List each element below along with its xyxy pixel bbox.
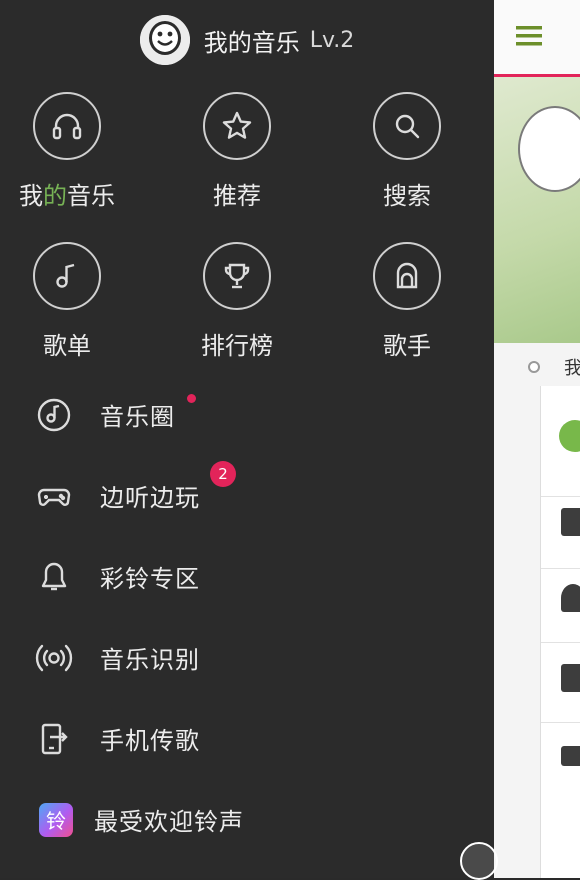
menu-item-popular-ringtones[interactable]: 铃 最受欢迎铃声 [0, 779, 494, 860]
grid-item-label: 排行榜 [201, 332, 273, 360]
smiley-face-icon[interactable] [139, 15, 190, 65]
tab-indicator-icon [528, 361, 540, 373]
music-note-icon [33, 242, 101, 310]
profile-title: 我的音乐 [203, 28, 300, 57]
star-icon [203, 92, 271, 160]
menu-item-ringback-zone[interactable]: 彩铃专区 [0, 536, 494, 617]
grid-row-2: 歌单 排行榜 歌手 [0, 242, 494, 392]
person-icon [561, 584, 580, 612]
headphones-icon [33, 92, 101, 160]
grid-item-singers[interactable]: 歌手 [337, 242, 477, 361]
gamepad-icon [34, 476, 74, 516]
drawer-menu-list: 音乐圈 边听边玩 2 彩铃专区 音乐识别 手机传歌 铃 最受欢迎铃声 [0, 374, 494, 860]
download-icon [561, 746, 580, 766]
main-header [494, 0, 580, 77]
menu-item-listen-and-play[interactable]: 边听边玩 2 [0, 455, 494, 536]
grid-item-playlists[interactable]: 歌单 [0, 242, 137, 361]
radio-waves-icon [34, 638, 74, 678]
menu-item-label: 边听边玩 [100, 484, 200, 512]
green-circle-icon [559, 420, 580, 452]
grid-item-my-music[interactable]: 我的音乐 [0, 92, 137, 211]
menu-item-label: 最受欢迎铃声 [94, 808, 244, 836]
grid-item-label: 歌单 [43, 332, 91, 360]
list-item-icon [561, 508, 580, 536]
user-level: Lv.2 [309, 27, 355, 53]
singer-icon [373, 242, 441, 310]
menu-item-phone-transfer[interactable]: 手机传歌 [0, 698, 494, 779]
bell-icon [34, 557, 74, 597]
menu-item-music-recognition[interactable]: 音乐识别 [0, 617, 494, 698]
grid-item-label: 搜索 [383, 182, 431, 210]
main-content-list [540, 386, 580, 878]
grid-item-charts[interactable]: 排行榜 [167, 242, 307, 361]
notification-badge: 2 [210, 461, 236, 487]
main-screen-peek[interactable]: 我 [494, 0, 580, 878]
menu-item-label: 手机传歌 [100, 727, 200, 755]
phone-transfer-icon [34, 719, 74, 759]
new-indicator-dot [187, 394, 196, 403]
ringtone-app-icon: 铃 [36, 800, 76, 840]
list-divider [541, 568, 580, 569]
ringtone-icon-glyph: 铃 [39, 802, 73, 837]
menu-item-label: 音乐圈 [100, 403, 175, 431]
list-divider [541, 722, 580, 723]
main-tab-label[interactable]: 我 [564, 354, 580, 380]
menu-item-label: 彩铃专区 [100, 565, 200, 593]
grid-item-search[interactable]: 搜索 [337, 92, 477, 211]
feature-grid: 我的音乐 推荐 搜索 歌单 排行榜 歌手 [0, 92, 494, 392]
grid-row-1: 我的音乐 推荐 搜索 [0, 92, 494, 242]
disc-icon [34, 395, 74, 435]
hamburger-menu-icon[interactable] [516, 24, 544, 52]
navigation-drawer: 我的音乐 Lv.2 我的音乐 推荐 搜索 歌单 排行榜 歌手 音乐圈 边听边玩 … [0, 0, 494, 878]
search-icon [373, 92, 441, 160]
grid-item-recommend[interactable]: 推荐 [167, 92, 307, 211]
profile-header[interactable]: 我的音乐 Lv.2 [0, 12, 494, 68]
list-divider [541, 642, 580, 643]
list-item-icon [561, 664, 580, 692]
menu-item-music-circle[interactable]: 音乐圈 [0, 374, 494, 455]
trophy-icon [203, 242, 271, 310]
watermark-logo-icon [460, 842, 498, 880]
grid-item-label: 歌手 [383, 332, 431, 360]
grid-item-label: 推荐 [213, 182, 261, 210]
list-divider [541, 496, 580, 497]
menu-item-label: 音乐识别 [100, 646, 200, 674]
grid-item-label: 我的音乐 [19, 182, 115, 210]
